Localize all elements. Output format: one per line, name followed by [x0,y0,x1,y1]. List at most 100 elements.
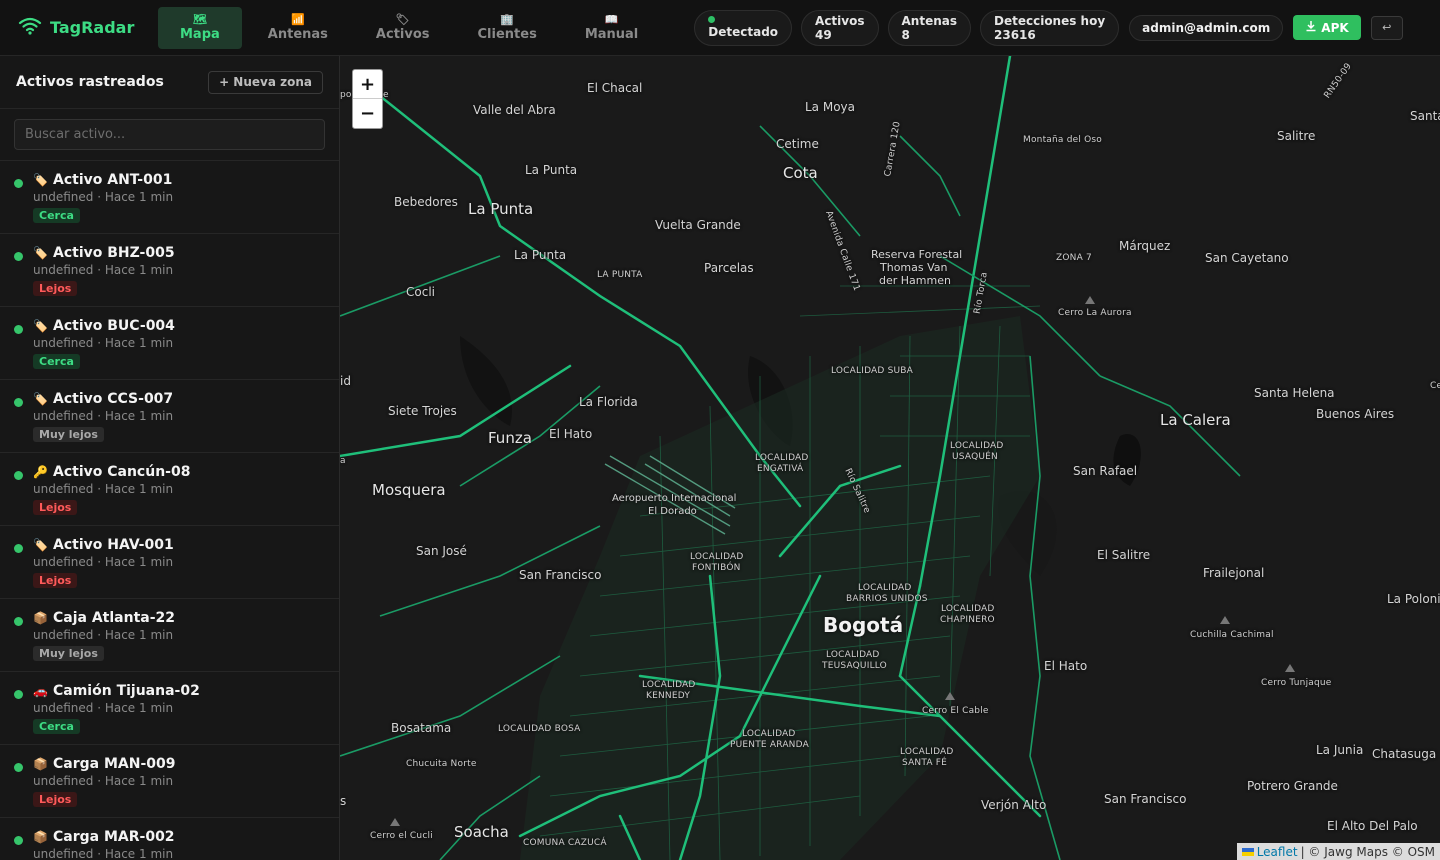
map-place-label: La Punta [514,248,567,262]
map-district-label: LOCALIDAD [858,583,912,593]
asset-name: Activo BUC-004 [53,318,175,334]
map-place-label: San Francisco [1104,792,1187,806]
asset-list-item[interactable]: 🏷️ Activo ANT-001 undefined · Hace 1 min … [0,161,339,234]
nav-tab-clientes[interactable]: 🏢 Clientes [456,7,559,49]
assets-sidebar: Activos rastreados + Nueva zona 🏷️ Activo… [0,56,340,860]
user-email[interactable]: admin@admin.com [1129,14,1284,41]
distance-badge: Lejos [33,573,78,588]
asset-list-item[interactable]: 🔑 Activo Cancún-08 undefined · Hace 1 min… [0,453,339,526]
box-icon: 📦 [33,757,48,771]
asset-list-item[interactable]: 📦 Carga MAN-009 undefined · Hace 1 min Le… [0,745,339,818]
online-dot-icon [14,398,23,407]
map-district-label: LOCALIDAD [826,650,880,660]
asset-name: Caja Atlanta-22 [53,610,176,626]
map-district-label: PUENTE ARANDA [730,740,809,750]
map-district-label: LOCALIDAD [900,747,954,757]
asset-list-item[interactable]: 🏷️ Activo BUC-004 undefined · Hace 1 min … [0,307,339,380]
car-icon: 🚗 [33,684,48,698]
asset-subtitle: undefined · Hace 1 min [33,336,174,350]
nav-tab-mapa[interactable]: 🗺 Mapa [158,6,242,49]
map-place-label: ZONA 7 [1056,253,1092,263]
logout-button[interactable]: ↩ [1370,15,1403,40]
map-place-label: La Calera [1160,411,1231,429]
map-district-label: BARRIOS UNIDOS [846,594,928,604]
ukraine-flag-icon [1241,847,1254,856]
map-place-label: der Hammen [879,274,951,287]
app-title: TagRadar [50,18,135,37]
map-place-label: a [340,456,346,466]
online-dot-icon [14,617,23,626]
online-dot-icon [14,690,23,699]
logout-icon: ↩ [1382,21,1392,34]
map-place-label: Ce [1430,381,1440,391]
map-place-label: Valle del Abra [473,103,556,117]
tag-icon: 🏷️ [33,319,48,333]
zoom-in-button[interactable]: + [353,70,382,99]
map-place-label: El Hato [1044,659,1088,673]
map-place-label: Frailejonal [1203,566,1265,580]
map-view[interactable]: El Chacal Valle del Abra La Moya Cetime … [340,56,1440,860]
zoom-controls: + − [352,69,383,129]
asset-name: Carga MAR-002 [53,829,175,845]
leaflet-link[interactable]: Leaflet [1241,845,1298,859]
apk-download-button[interactable]: APK [1293,15,1361,40]
map-attribution: Leaflet | © Jawg Maps © OSM [1236,843,1440,860]
antenas-label: Antenas [901,13,958,28]
map-place-label: Cerro el Cucli [370,831,433,841]
map-district-label: LOCALIDAD [690,552,744,562]
distance-badge: Cerca [33,719,80,734]
map-district-label: CHAPINERO [940,615,995,625]
distance-badge: Lejos [33,281,78,296]
map-place-label: La Moya [805,100,856,114]
main-nav: 🗺 Mapa 📶 Antenas 🏷 Activos 🏢 Clientes 📖 … [158,0,664,55]
asset-list-item[interactable]: 🚗 Camión Tijuana-02 undefined · Hace 1 mi… [0,672,339,745]
map-place-label: Verjón Alto [981,798,1047,812]
tag-icon: 🏷️ [33,538,48,552]
search-input[interactable] [14,119,325,150]
status-pills: Detectado Activos 49 Antenas 8 Deteccion… [694,9,1120,46]
asset-list-item[interactable]: 🏷️ Activo HAV-001 undefined · Hace 1 min … [0,526,339,599]
nav-tab-antenas[interactable]: 📶 Antenas [246,7,350,49]
map-district-label: LOCALIDAD [755,453,809,463]
map-place-label: La Florida [579,395,638,409]
map-place-label: Reserva Forestal [871,248,963,261]
asset-name: Carga MAN-009 [53,756,176,772]
new-zone-button[interactable]: + Nueva zona [208,70,323,94]
asset-name: Activo CCS-007 [53,391,174,407]
map-place-label: Buenos Aires [1316,407,1395,421]
asset-list-item[interactable]: 🏷️ Activo CCS-007 undefined · Hace 1 min … [0,380,339,453]
antenas-count-pill: Antenas 8 [887,9,971,46]
map-place-label: s [340,794,347,808]
antenas-value: 8 [901,27,910,42]
map-district-label: USAQUÉN [952,452,998,462]
map-place-label: Thomas Van [880,261,948,274]
zoom-out-button[interactable]: − [353,99,382,128]
map-place-label: San Francisco [519,568,602,582]
map-place-label: Bebedores [394,195,458,209]
map-place-label: La Punta [525,163,578,177]
asset-list: 🏷️ Activo ANT-001 undefined · Hace 1 min … [0,161,339,860]
asset-list-item[interactable]: 📦 Caja Atlanta-22 undefined · Hace 1 min … [0,599,339,672]
map-place-label: Bosatama [391,721,452,735]
asset-list-item[interactable]: 📦 Carga MAR-002 undefined · Hace 1 min [0,818,339,860]
nav-tab-label: Antenas [267,27,328,42]
nav-tab-manual[interactable]: 📖 Manual [563,7,660,49]
asset-subtitle: undefined · Hace 1 min [33,774,174,788]
nav-tab-activos[interactable]: 🏷 Activos [354,7,452,49]
brand[interactable]: TagRadar [0,17,158,39]
online-dot-icon [14,471,23,480]
asset-name: Activo ANT-001 [53,172,173,188]
asset-subtitle: undefined · Hace 1 min [33,847,174,860]
tag-icon: 🏷 [395,13,410,26]
map-place-label: Cerro La Aurora [1058,308,1132,318]
asset-list-item[interactable]: 🏷️ Activo BHZ-005 undefined · Hace 1 min … [0,234,339,307]
asset-subtitle: undefined · Hace 1 min [33,409,174,423]
map-place-label: Cerro El Cable [922,706,989,716]
map-place-label: El Chacal [587,81,643,95]
asset-subtitle: undefined · Hace 1 min [33,555,174,569]
detecciones-value: 23616 [994,27,1036,42]
asset-name: Camión Tijuana-02 [53,683,200,699]
map-district-label: COMUNA CAZUCÁ [523,838,607,848]
map-district-label: LOCALIDAD [941,604,995,614]
tag-icon: 🏷️ [33,173,48,187]
